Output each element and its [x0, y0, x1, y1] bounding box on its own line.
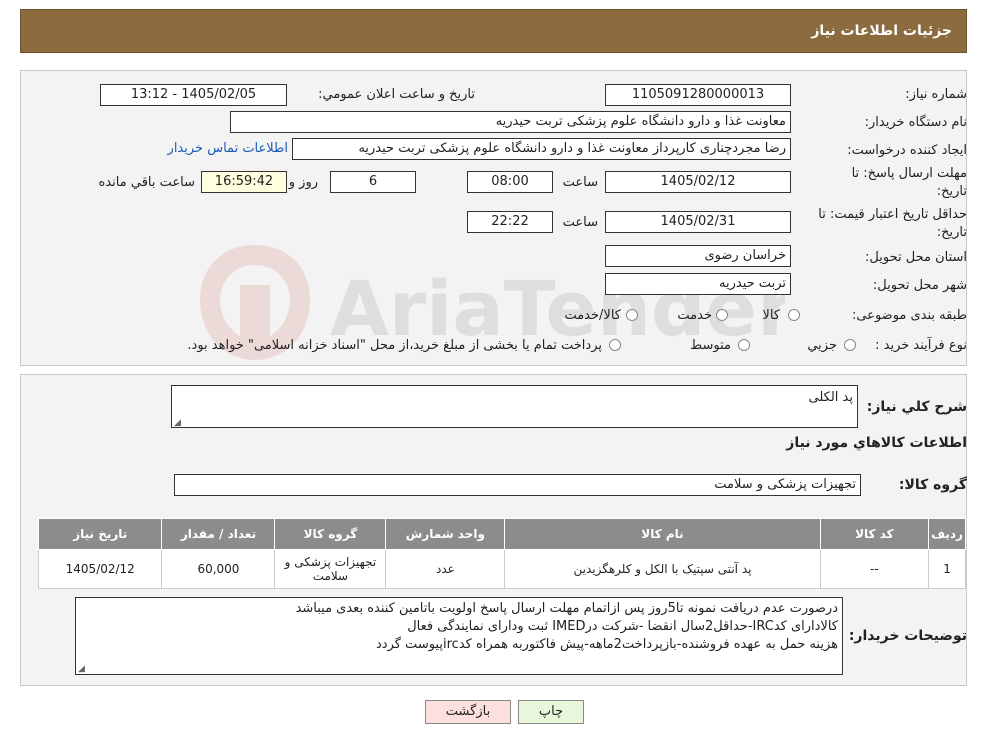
- cell-name: پد آنتی سپتیک با الکل و کلرهگزیدین: [504, 549, 821, 589]
- goods-group-field: تجهیزات پزشکی و سلامت: [174, 474, 861, 496]
- deadline-date-field: 1405/02/12: [605, 171, 791, 193]
- cell-group: تجهیزات پزشکی و سلامت: [274, 549, 387, 589]
- table-header-row: رديف كد كالا نام كالا واحد شمارش گروه كا…: [37, 518, 966, 550]
- category-label: طبقه بندی موضوعی:: [851, 308, 967, 323]
- buyer-contact-link[interactable]: اطلاعات تماس خريدار: [168, 141, 288, 156]
- deadline-time-field: 08:00: [467, 171, 553, 193]
- remaining-time-field: 16:59:42: [201, 171, 287, 193]
- buyer-notes-line-3: هزینه حمل به عهده فروشنده-بازپرداخت2ماهه…: [375, 637, 838, 652]
- buyer-notes-label: توضيحات خريدار:: [848, 628, 967, 644]
- deadline-time-label: ساعت: [562, 175, 598, 190]
- table-row: 1 -- پد آنتی سپتیک با الکل و کلرهگزیدین …: [37, 549, 966, 589]
- description-textarea[interactable]: پد الکلی: [171, 385, 858, 428]
- process-radio-minor[interactable]: [844, 339, 856, 351]
- deadline-label: مهلت ارسال پاسخ: تا: [851, 166, 967, 181]
- announce-label: تاریخ و ساعت اعلان عمومي:: [318, 87, 475, 102]
- process-option-minor: جزيي: [807, 338, 837, 353]
- col-unit-header: واحد شمارش: [385, 518, 506, 550]
- validity-label-date: تاريخ:: [936, 225, 967, 240]
- buyer-notes-line-2: کالادارای کدIRC-حداقل2سال انقضا -شرکت در…: [407, 619, 838, 634]
- col-date-header: تاريخ نياز: [37, 518, 163, 550]
- col-qty-header: تعداد / مقدار: [161, 518, 276, 550]
- province-field: خراسان رضوی: [605, 245, 791, 267]
- resize-handle-icon[interactable]: ◢: [174, 418, 181, 428]
- validity-time-label: ساعت: [562, 215, 598, 230]
- back-button[interactable]: بازگشت: [425, 700, 511, 724]
- description-label: شرح كلي نياز:: [866, 399, 967, 415]
- page-title: جزئيات اطلاعات نیاز: [811, 23, 952, 39]
- creator-field: رضا مجردچناری کارپرداز معاونت غذا و دارو…: [292, 138, 791, 160]
- buyer-org-label: نام دستگاه خريدار:: [864, 115, 967, 130]
- description-value: پد الکلی: [808, 390, 853, 405]
- city-label: شهر محل تحويل:: [872, 278, 967, 293]
- cell-unit: عدد: [385, 549, 506, 589]
- province-label: استان محل تحويل:: [865, 250, 967, 265]
- process-option-medium: متوسط: [690, 338, 731, 353]
- category-option-service: خدمت: [677, 308, 712, 323]
- cell-date: 1405/02/12: [37, 549, 163, 589]
- process-label: نوع فرآيند خريد :: [875, 338, 967, 353]
- cell-row: 1: [928, 549, 966, 589]
- goods-group-label: گروه كالا:: [898, 477, 967, 493]
- creator-label: ايجاد كننده درخواست:: [847, 143, 967, 158]
- col-name-header: نام كالا: [504, 518, 821, 550]
- col-group-header: گروه كالا: [274, 518, 387, 550]
- cell-code: --: [819, 549, 930, 589]
- category-option-goods: كالا: [762, 308, 780, 323]
- validity-date-field: 1405/02/31: [605, 211, 791, 233]
- need-number-label: شماره نیاز:: [905, 87, 967, 102]
- remaining-label: ساعت باقي مانده: [98, 175, 195, 190]
- col-row-header: رديف: [928, 518, 966, 550]
- notes-resize-handle-icon[interactable]: ◢: [78, 664, 85, 674]
- announce-field: 1405/02/05 - 13:12: [100, 84, 287, 106]
- page-header: جزئيات اطلاعات نیاز: [20, 9, 967, 53]
- goods-info-title: اطلاعات كالاهاي مورد نياز: [786, 435, 967, 451]
- buyer-org-field: معاونت غذا و دارو دانشگاه علوم پزشکی ترب…: [230, 111, 791, 133]
- process-treasury-checkbox[interactable]: [609, 339, 621, 351]
- validity-time-field: 22:22: [467, 211, 553, 233]
- category-radio-goods-service[interactable]: [626, 309, 638, 321]
- category-radio-goods[interactable]: [788, 309, 800, 321]
- process-radio-medium[interactable]: [738, 339, 750, 351]
- process-note: پرداخت تمام يا بخشی از مبلغ خريد،از محل …: [187, 338, 602, 353]
- days-remaining-field: 6: [330, 171, 416, 193]
- goods-table: رديف كد كالا نام كالا واحد شمارش گروه كا…: [37, 518, 966, 589]
- need-number-field: 1105091280000013: [605, 84, 791, 106]
- category-option-goods-service: كالا/خدمت: [564, 308, 621, 323]
- print-button[interactable]: چاپ: [518, 700, 584, 724]
- goods-table-wrap: رديف كد كالا نام كالا واحد شمارش گروه كا…: [37, 518, 966, 589]
- category-radio-service[interactable]: [716, 309, 728, 321]
- buyer-notes-textarea[interactable]: درصورت عدم دریافت نمونه تا5روز پس ازاتما…: [75, 597, 843, 675]
- days-label: روز و: [288, 175, 318, 190]
- col-code-header: كد كالا: [819, 518, 930, 550]
- deadline-label-date: تاريخ:: [936, 184, 967, 199]
- cell-qty: 60,000: [161, 549, 276, 589]
- buyer-notes-line-1: درصورت عدم دریافت نمونه تا5روز پس ازاتما…: [295, 601, 838, 616]
- city-field: تربت حیدریه: [605, 273, 791, 295]
- validity-label: حداقل تاريخ اعتبار قيمت: تا: [818, 207, 967, 222]
